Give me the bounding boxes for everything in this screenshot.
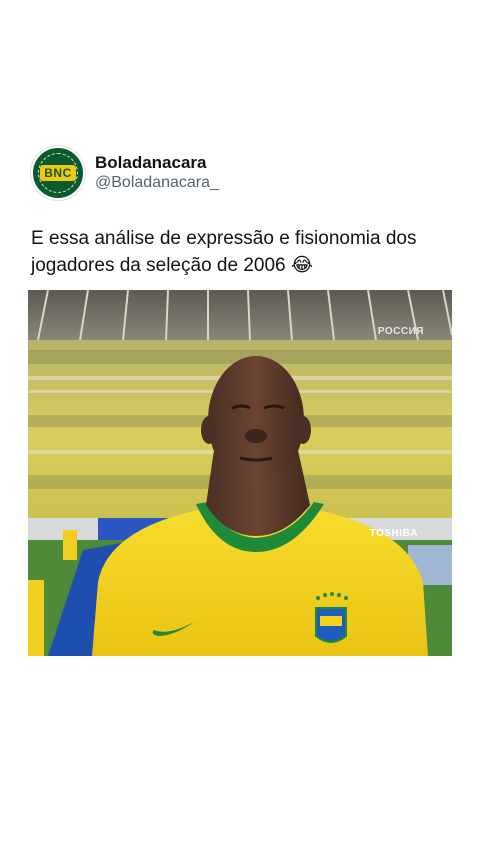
display-name[interactable]: Boladanacara — [95, 153, 219, 173]
tv-channel-logo: РОССИЯ — [377, 326, 424, 337]
ad-board-text: TOSHIBA — [369, 528, 418, 539]
post-media-video[interactable]: РОССИЯ TOSHIBA — [28, 290, 452, 656]
post-header: BNC Boladanacara @Boladanacara_ — [31, 146, 219, 200]
post-text: E essa análise de expressão e fisionomia… — [31, 228, 417, 276]
avatar[interactable]: BNC — [31, 146, 85, 200]
handle[interactable]: @Boladanacara_ — [95, 173, 219, 193]
video-frame — [28, 290, 452, 656]
player-head — [208, 356, 304, 484]
author-names: Boladanacara @Boladanacara_ — [95, 153, 219, 193]
avatar-logo-text: BNC — [40, 165, 76, 181]
